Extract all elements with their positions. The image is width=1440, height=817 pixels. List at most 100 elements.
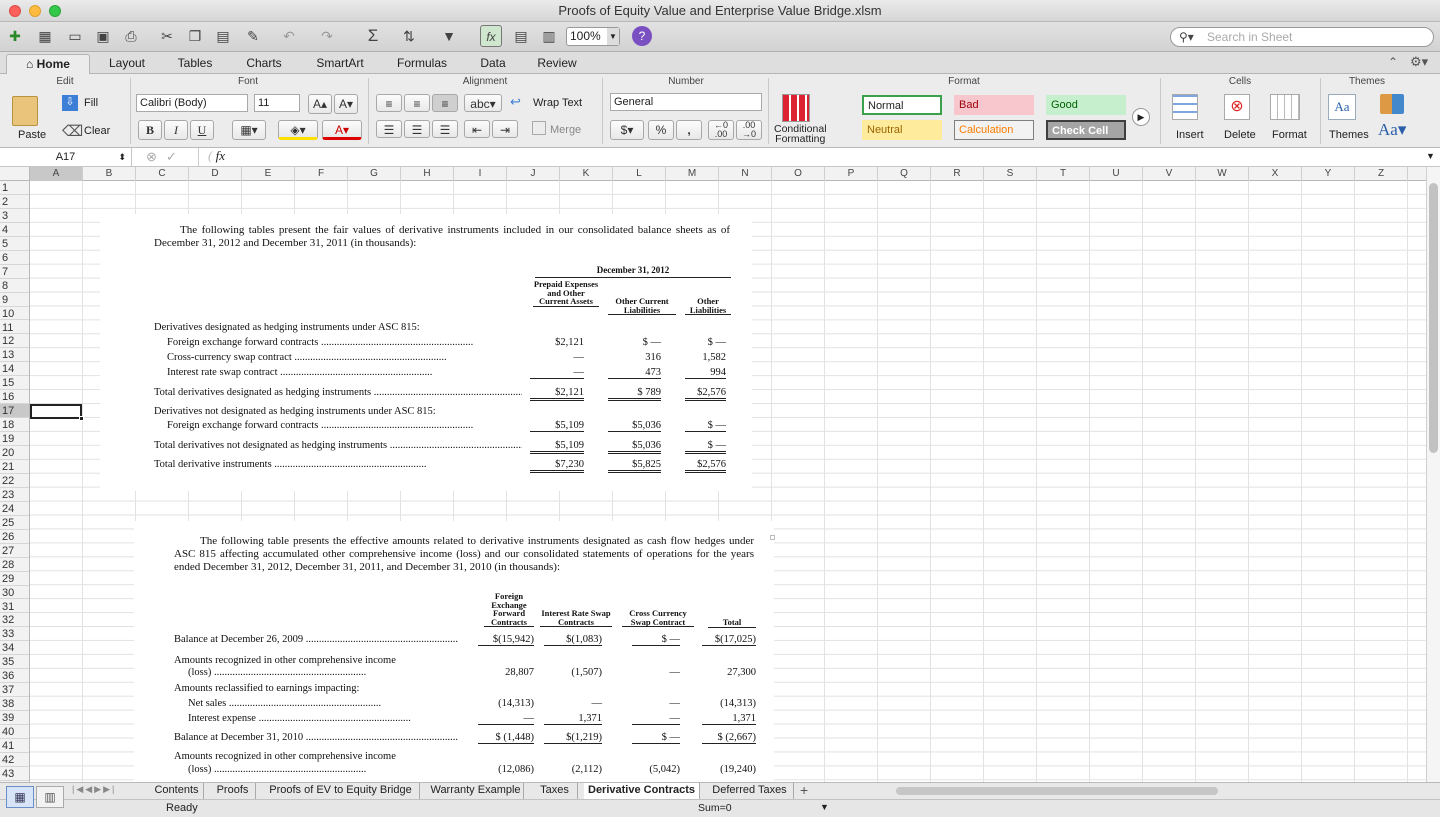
italic-button[interactable]: I xyxy=(164,120,188,140)
style-normal[interactable]: Normal xyxy=(862,95,942,115)
toolbox-icon[interactable]: ▥ xyxy=(538,25,560,47)
insert-function-button[interactable]: ( fx xyxy=(198,148,234,166)
conditional-formatting-button[interactable]: Conditional Formatting xyxy=(774,124,827,145)
style-bad[interactable]: Bad xyxy=(954,95,1034,115)
column-header-k[interactable]: K xyxy=(560,167,613,181)
chevron-down-icon[interactable]: ▼ xyxy=(820,802,829,812)
vertical-scrollbar[interactable] xyxy=(1426,167,1440,782)
align-right-icon[interactable]: ☰ xyxy=(432,120,458,138)
column-header-i[interactable]: I xyxy=(454,167,507,181)
row-header-38[interactable]: 38 xyxy=(0,697,29,712)
column-header-p[interactable]: P xyxy=(825,167,878,181)
increase-decimal-icon[interactable]: ←0.00 xyxy=(708,120,734,140)
row-header-40[interactable]: 40 xyxy=(0,725,29,739)
row-header-29[interactable]: 29 xyxy=(0,572,29,586)
tab-charts[interactable]: Charts xyxy=(234,54,294,74)
add-sheet-icon[interactable]: + xyxy=(800,782,808,798)
row-header-12[interactable]: 12 xyxy=(0,334,29,349)
row-header-42[interactable]: 42 xyxy=(0,753,29,767)
percent-button[interactable]: % xyxy=(648,120,674,140)
row-header-28[interactable]: 28 xyxy=(0,558,29,572)
column-header-l[interactable]: L xyxy=(613,167,666,181)
underline-button[interactable]: U xyxy=(190,120,214,140)
column-header-j[interactable]: J xyxy=(507,167,560,181)
row-header-32[interactable]: 32 xyxy=(0,613,29,628)
page-layout-view-icon[interactable]: ▥ xyxy=(36,786,64,808)
theme-colors-icon[interactable] xyxy=(1380,94,1404,114)
row-header-13[interactable]: 13 xyxy=(0,348,29,363)
bold-button[interactable]: B xyxy=(138,120,162,140)
column-header-m[interactable]: M xyxy=(666,167,719,181)
align-middle-icon[interactable]: ≡ xyxy=(404,94,430,112)
row-header-23[interactable]: 23 xyxy=(0,488,29,502)
row-header-9[interactable]: 9 xyxy=(0,293,29,307)
increase-indent-icon[interactable]: ⇥ xyxy=(492,120,518,138)
row-header-7[interactable]: 7 xyxy=(0,265,29,279)
column-header-n[interactable]: N xyxy=(719,167,772,181)
cut-icon[interactable]: ✂ xyxy=(156,25,178,47)
row-header-10[interactable]: 10 xyxy=(0,307,29,321)
column-header-c[interactable]: C xyxy=(136,167,189,181)
row-header-33[interactable]: 33 xyxy=(0,627,29,642)
sheet-tab-derivative-contracts[interactable]: Derivative Contracts xyxy=(584,783,700,799)
column-header-d[interactable]: D xyxy=(189,167,242,181)
merge-button[interactable]: Merge xyxy=(550,124,581,136)
normal-view-icon[interactable]: ▦ xyxy=(6,786,34,808)
filter-icon[interactable]: ▼ xyxy=(438,25,460,47)
column-header-w[interactable]: W xyxy=(1196,167,1249,181)
column-header-r[interactable]: R xyxy=(931,167,984,181)
fill-color-icon[interactable]: ◈▾ xyxy=(278,120,318,140)
column-header-e[interactable]: E xyxy=(242,167,295,181)
row-header-20[interactable]: 20 xyxy=(0,446,29,460)
row-header-25[interactable]: 25 xyxy=(0,516,29,530)
row-header-27[interactable]: 27 xyxy=(0,544,29,558)
copy-icon[interactable]: ❐ xyxy=(184,25,206,47)
tab-home[interactable]: ⌂ Home xyxy=(6,54,90,74)
increase-font-icon[interactable]: A▴ xyxy=(308,94,332,114)
column-header-q[interactable]: Q xyxy=(878,167,931,181)
row-header-37[interactable]: 37 xyxy=(0,683,29,698)
column-header-x[interactable]: X xyxy=(1249,167,1302,181)
column-header-v[interactable]: V xyxy=(1143,167,1196,181)
format-painter-icon[interactable]: ✎ xyxy=(242,25,264,47)
tab-data[interactable]: Data xyxy=(468,54,518,74)
row-header-22[interactable]: 22 xyxy=(0,474,29,488)
paste-icon[interactable]: ▤ xyxy=(212,25,234,47)
row-header-2[interactable]: 2 xyxy=(0,195,29,209)
comma-button[interactable]: , xyxy=(676,120,702,140)
column-header-y[interactable]: Y xyxy=(1302,167,1355,181)
orientation-button[interactable]: abc▾ xyxy=(464,94,502,112)
delete-button[interactable]: Delete xyxy=(1224,129,1256,141)
column-header-t[interactable]: T xyxy=(1037,167,1090,181)
sheet-tab-deferred-taxes[interactable]: Deferred Taxes xyxy=(706,783,794,799)
tab-review[interactable]: Review xyxy=(526,54,588,74)
tab-layout[interactable]: Layout xyxy=(98,54,156,74)
collapse-ribbon-icon[interactable]: ⌃ xyxy=(1388,55,1398,69)
print-icon[interactable]: ⎙ xyxy=(120,25,142,47)
tab-smartart[interactable]: SmartArt xyxy=(304,54,376,74)
column-header-g[interactable]: G xyxy=(348,167,401,181)
gear-icon[interactable]: ⚙▾ xyxy=(1410,54,1428,70)
paste-button[interactable]: Paste xyxy=(18,129,46,141)
format-button[interactable]: Format xyxy=(1272,129,1307,141)
column-header-h[interactable]: H xyxy=(401,167,454,181)
cancel-icon[interactable]: ⊗ xyxy=(146,149,157,165)
worksheet-grid[interactable]: The following tables present the fair va… xyxy=(30,181,1426,782)
image-handle[interactable] xyxy=(770,535,775,540)
align-top-icon[interactable]: ≡ xyxy=(376,94,402,112)
insert-button[interactable]: Insert xyxy=(1176,129,1204,141)
name-box[interactable]: A17 ⬍ xyxy=(0,148,132,166)
font-name-select[interactable]: Calibri (Body) xyxy=(136,94,248,112)
row-header-35[interactable]: 35 xyxy=(0,655,29,670)
sheet-nav-arrows-icon[interactable]: |◀◀▶▶| xyxy=(72,784,116,795)
row-header-18[interactable]: 18 xyxy=(0,418,29,433)
sheet-tab-warranty[interactable]: Warranty Example xyxy=(428,783,524,799)
column-header-s[interactable]: S xyxy=(984,167,1037,181)
row-header-31[interactable]: 31 xyxy=(0,600,29,614)
row-header-1[interactable]: 1 xyxy=(0,181,29,195)
paste-clipboard-icon[interactable] xyxy=(12,96,38,126)
fill-button[interactable]: Fill xyxy=(84,97,98,109)
search-in-sheet-input[interactable]: ⚲▾ Search in Sheet xyxy=(1170,27,1434,47)
row-header-16[interactable]: 16 xyxy=(0,390,29,405)
gallery-toggle-icon[interactable]: ▤ xyxy=(510,25,532,47)
